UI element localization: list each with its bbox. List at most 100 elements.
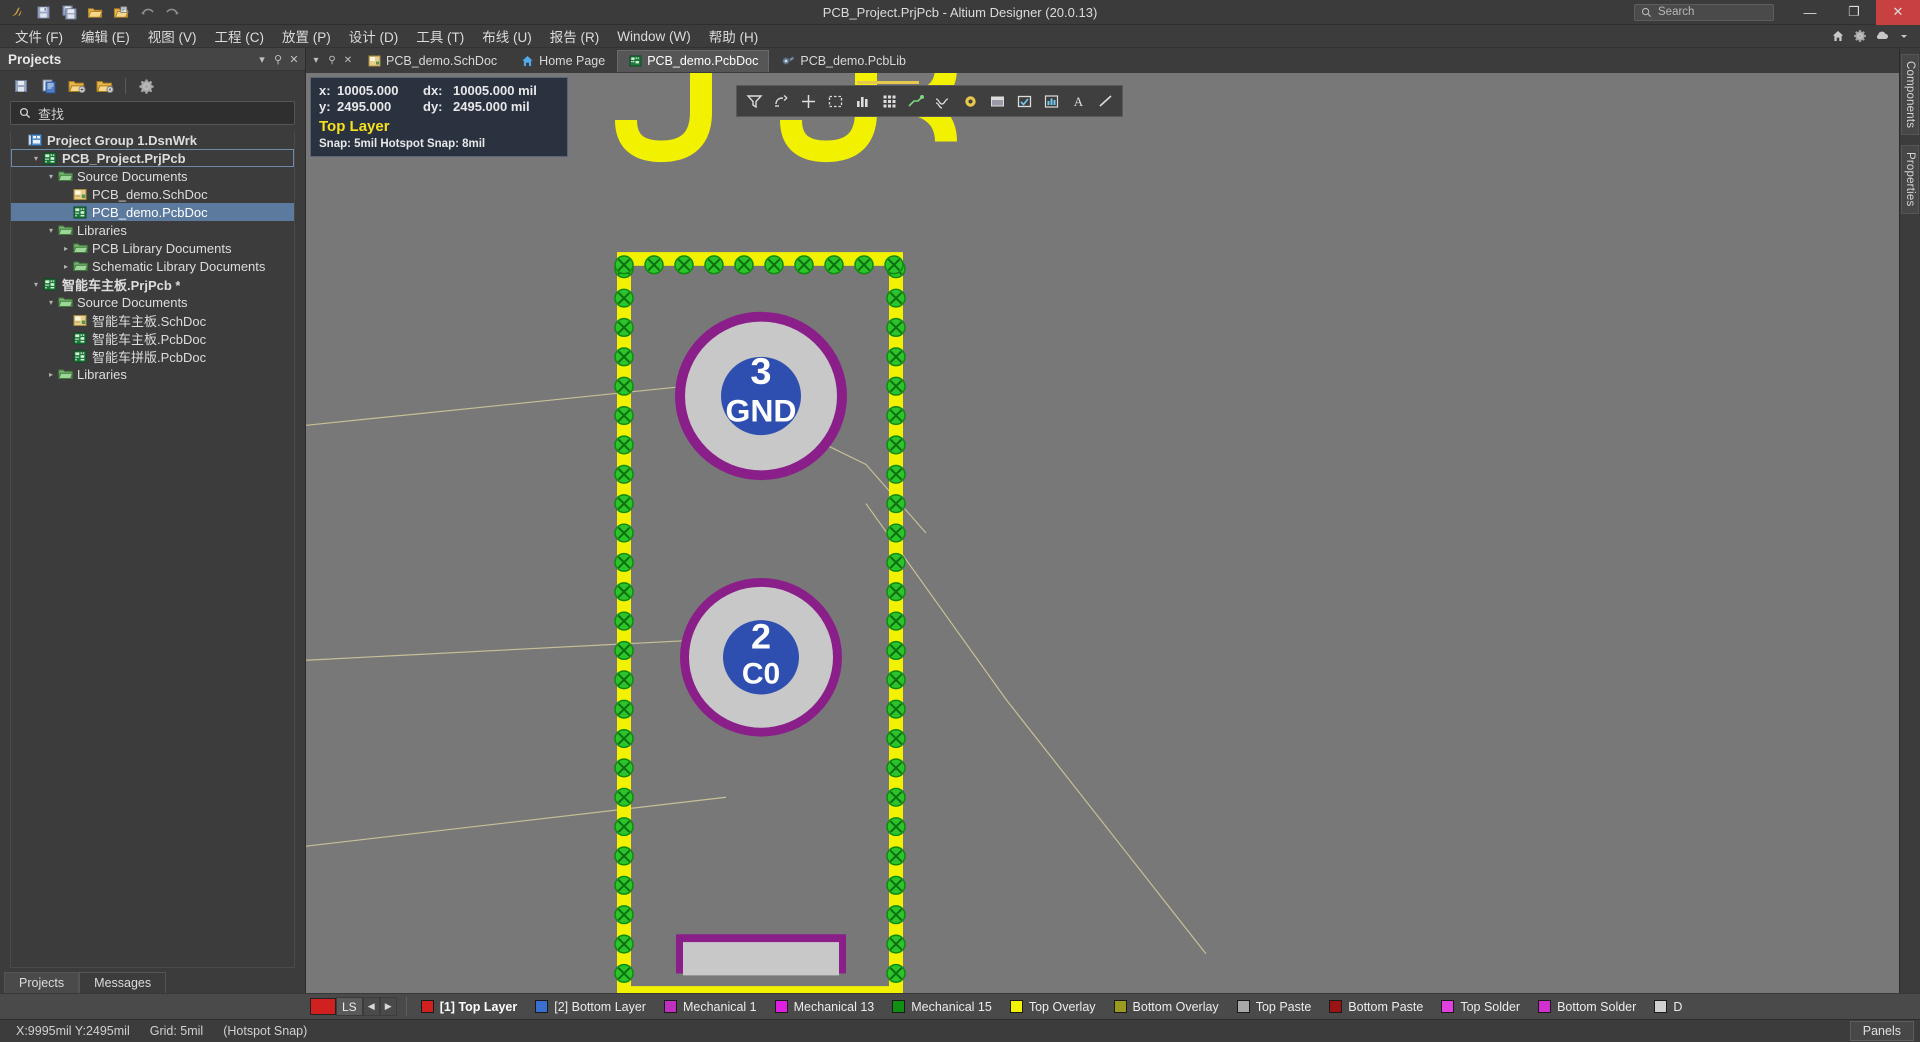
grid-icon[interactable] (876, 88, 902, 114)
expand-arrow-closed-icon[interactable]: ▸ (60, 244, 72, 253)
tab-pcb-demo-pcbdoc[interactable]: PCB_demo.PcbDoc (617, 49, 770, 72)
rail-tab-components[interactable]: Components (1901, 54, 1919, 136)
dropdown-icon[interactable]: ▾ (255, 51, 269, 67)
tree-item-2[interactable]: ▾ Source Documents (11, 167, 294, 185)
tree-item-4[interactable]: PCB_demo.PcbDoc (11, 203, 294, 221)
global-search[interactable]: Search (1634, 3, 1774, 21)
layer-tab-11[interactable]: D (1645, 994, 1691, 1019)
save-icon[interactable] (30, 1, 56, 23)
expand-arrow-closed-icon[interactable]: ▸ (60, 262, 72, 271)
layer-tab-8[interactable]: Bottom Paste (1320, 994, 1432, 1019)
layer-tab-3[interactable]: Mechanical 13 (766, 994, 884, 1019)
expand-arrow-closed-icon[interactable]: ▸ (45, 370, 57, 379)
panels-button[interactable]: Panels (1849, 1021, 1914, 1041)
minimize-button[interactable]: — (1788, 0, 1832, 25)
tab-home-page[interactable]: Home Page (509, 50, 616, 72)
tab-close-icon[interactable]: ✕ (340, 50, 356, 72)
expand-arrow-open-icon[interactable]: ▾ (30, 280, 42, 289)
menu-reports[interactable]: 报告 (R) (541, 25, 609, 48)
tree-item-6[interactable]: ▸ PCB Library Documents (11, 239, 294, 257)
tree-item-8[interactable]: ▾ 智能车主板.PrjPcb * (11, 275, 294, 293)
menu-project[interactable]: 工程 (C) (206, 25, 274, 48)
tab-pcb-demo-schdoc[interactable]: PCB_demo.SchDoc (356, 50, 508, 72)
home-icon[interactable] (1828, 26, 1848, 46)
layer-tab-9[interactable]: Top Solder (1432, 994, 1529, 1019)
tree-item-5[interactable]: ▾ Libraries (11, 221, 294, 239)
pcb-floating-toolbar[interactable]: A (736, 81, 1123, 117)
open-project-folder-icon[interactable] (64, 74, 90, 98)
compile-icon[interactable] (36, 74, 62, 98)
menu-tools[interactable]: 工具 (T) (407, 25, 473, 48)
menu-window[interactable]: Window (W) (608, 25, 700, 48)
tree-item-9[interactable]: ▾ Source Documents (11, 293, 294, 311)
line-icon[interactable] (1092, 88, 1118, 114)
select-area-icon[interactable] (822, 88, 848, 114)
close-icon[interactable]: ✕ (287, 51, 301, 67)
undo-icon[interactable] (134, 1, 160, 23)
tree-item-10[interactable]: 智能车主板.SchDoc (11, 311, 294, 329)
expand-arrow-open-icon[interactable]: ▾ (45, 172, 57, 181)
project-options-folder-icon[interactable] (92, 74, 118, 98)
open-icon[interactable] (82, 1, 108, 23)
text-icon[interactable]: A (1065, 88, 1091, 114)
route-icon[interactable] (903, 88, 929, 114)
tab-dropdown-icon[interactable]: ▾ (308, 50, 324, 72)
tree-item-12[interactable]: 智能车拼版.PcbDoc (11, 347, 294, 365)
panel-tab-messages[interactable]: Messages (79, 972, 167, 993)
expand-arrow-open-icon[interactable]: ▾ (45, 226, 57, 235)
gear-icon[interactable] (133, 74, 159, 98)
analysis-icon[interactable] (1038, 88, 1064, 114)
layer-tab-6[interactable]: Bottom Overlay (1105, 994, 1228, 1019)
layer-tab-10[interactable]: Bottom Solder (1529, 994, 1645, 1019)
menu-route[interactable]: 布线 (U) (473, 25, 541, 48)
maximize-button[interactable]: ❐ (1832, 0, 1876, 25)
layer-tab-2[interactable]: Mechanical 1 (655, 994, 766, 1019)
menu-design[interactable]: 设计 (D) (340, 25, 408, 48)
tree-item-3[interactable]: PCB_demo.SchDoc (11, 185, 294, 203)
save-icon[interactable] (8, 74, 34, 98)
menu-help[interactable]: 帮助 (H) (700, 25, 768, 48)
tree-item-7[interactable]: ▸ Schematic Library Documents (11, 257, 294, 275)
active-layer-swatch[interactable] (310, 998, 336, 1015)
expand-arrow-open-icon[interactable]: ▾ (45, 298, 57, 307)
panel-tab-projects[interactable]: Projects (4, 972, 80, 993)
open-project-icon[interactable] (108, 1, 134, 23)
via-icon[interactable] (957, 88, 983, 114)
net-color-icon[interactable] (1011, 88, 1037, 114)
altium-logo-icon[interactable] (4, 1, 30, 23)
crosshair-icon[interactable] (795, 88, 821, 114)
bar-chart-icon[interactable] (849, 88, 875, 114)
menu-edit[interactable]: 编辑 (E) (72, 25, 139, 48)
pin-icon[interactable]: ⚲ (271, 51, 285, 67)
layer-tab-4[interactable]: Mechanical 15 (883, 994, 1001, 1019)
next-layer-button[interactable]: ▶ (379, 997, 397, 1016)
project-tree[interactable]: Project Group 1.DsnWrk ▾ PCB_Project.PrjPc… (10, 131, 295, 968)
layer-set-label[interactable]: LS (336, 997, 363, 1016)
menu-view[interactable]: 视图 (V) (139, 25, 206, 48)
menu-file[interactable]: 文件 (F) (6, 25, 72, 48)
projects-search-input[interactable]: 查找 (10, 101, 295, 125)
differential-pair-icon[interactable] (930, 88, 956, 114)
prev-layer-button[interactable]: ◀ (362, 997, 380, 1016)
chevron-down-icon[interactable] (1894, 26, 1914, 46)
tree-item-13[interactable]: ▸ Libraries (11, 365, 294, 383)
tab-pcb-demo-pcblib[interactable]: PCB_demo.PcbLib (770, 50, 917, 72)
close-button[interactable]: ✕ (1876, 0, 1920, 25)
menu-place[interactable]: 放置 (P) (273, 25, 340, 48)
tree-item-11[interactable]: 智能车主板.PcbDoc (11, 329, 294, 347)
measure-icon[interactable] (768, 88, 794, 114)
polygon-pour-icon[interactable] (984, 88, 1010, 114)
layer-tab-0[interactable]: [1] Top Layer (412, 994, 527, 1019)
tree-item-1[interactable]: ▾ PCB_Project.PrjPcb (11, 149, 294, 167)
tab-pin-icon[interactable]: ⚲ (324, 50, 340, 72)
layer-tab-1[interactable]: [2] Bottom Layer (526, 994, 655, 1019)
expand-arrow-open-icon[interactable]: ▾ (30, 154, 42, 163)
layer-tab-7[interactable]: Top Paste (1228, 994, 1321, 1019)
save-all-icon[interactable] (56, 1, 82, 23)
filter-icon[interactable] (741, 88, 767, 114)
rail-tab-properties[interactable]: Properties (1901, 145, 1919, 214)
layer-tab-5[interactable]: Top Overlay (1001, 994, 1105, 1019)
tree-item-0[interactable]: Project Group 1.DsnWrk (11, 131, 294, 149)
account-icon[interactable] (1872, 26, 1892, 46)
gear-icon[interactable] (1850, 26, 1870, 46)
